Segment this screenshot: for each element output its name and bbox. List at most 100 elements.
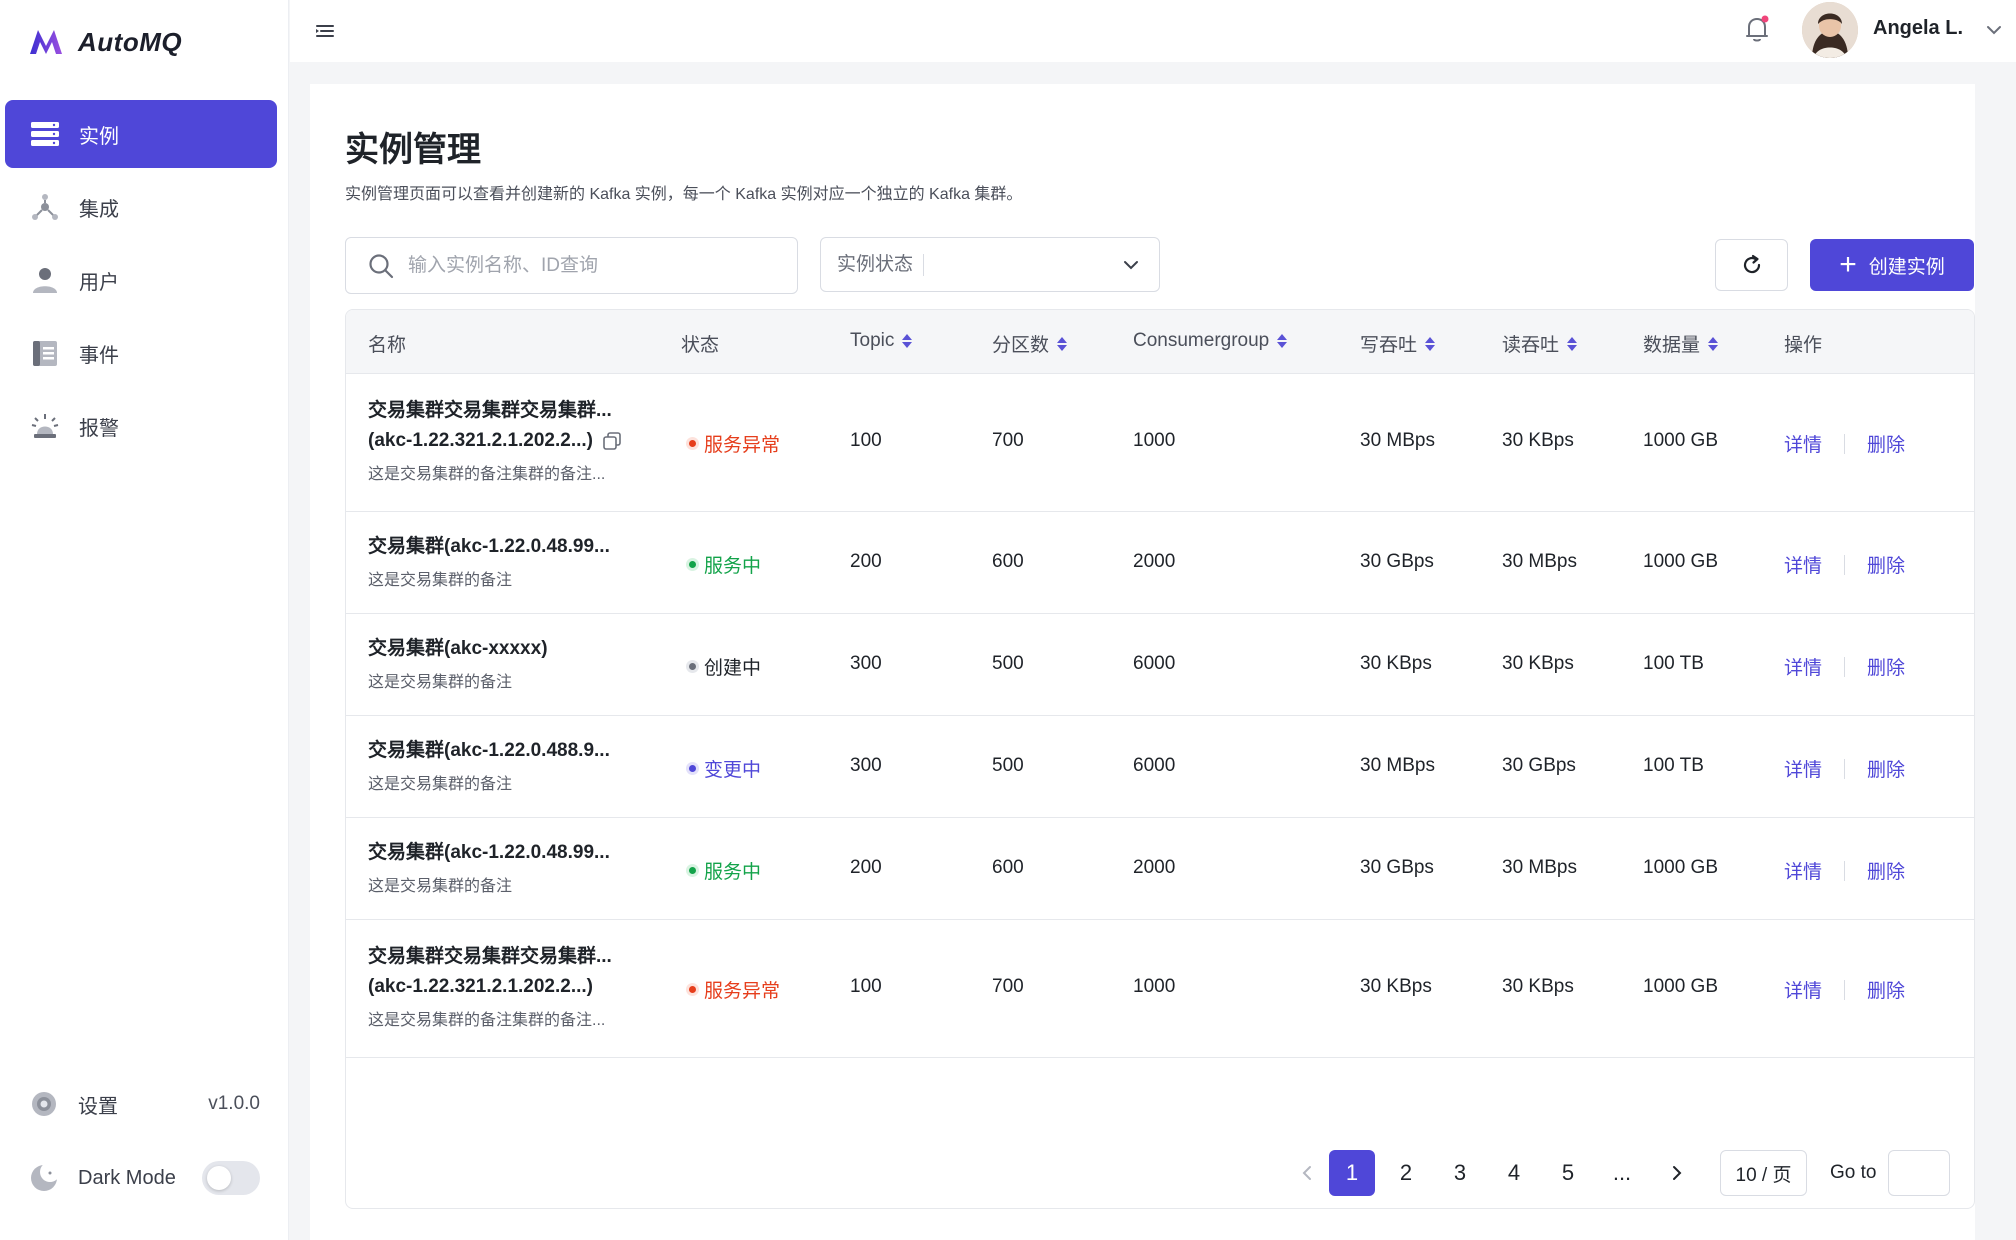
- status-badge: 服务异常: [689, 976, 780, 1003]
- data-volume: 100 TB: [1643, 755, 1704, 776]
- consumergroup-count: 2000: [1133, 551, 1176, 572]
- sort-icon: [1425, 336, 1436, 351]
- logo[interactable]: AutoMQ: [28, 26, 182, 58]
- detail-link[interactable]: 详情: [1784, 430, 1822, 457]
- instance-id[interactable]: (akc-1.22.321.2.1.202.2...): [368, 972, 612, 1002]
- row-actions: 详情 删除: [1784, 551, 1905, 578]
- table-row: 交易集群(akc-1.22.0.48.99... 这是交易集群的备注 服务中 2…: [346, 818, 1974, 920]
- create-instance-button[interactable]: + 创建实例: [1810, 239, 1974, 291]
- page-2-button[interactable]: 2: [1383, 1150, 1429, 1196]
- delete-link[interactable]: 删除: [1867, 755, 1905, 782]
- sidebar-item-label: 事件: [79, 344, 119, 367]
- sidebar-item-label: 集成: [79, 198, 119, 221]
- avatar[interactable]: [1802, 2, 1858, 58]
- instance-name[interactable]: 交易集群(akc-1.22.0.48.99...: [368, 532, 610, 562]
- delete-link[interactable]: 删除: [1867, 857, 1905, 884]
- page-3-button[interactable]: 3: [1437, 1150, 1483, 1196]
- page-size-select[interactable]: 10 / 页: [1720, 1150, 1807, 1196]
- page-4-button[interactable]: 4: [1491, 1150, 1537, 1196]
- instance-name-cell: 交易集群交易集群交易集群... (akc-1.22.321.2.1.202.2.…: [368, 396, 621, 484]
- column-header-partitions[interactable]: 分区数: [992, 330, 1068, 357]
- sidebar-item-users[interactable]: 用户: [5, 246, 277, 314]
- copy-icon[interactable]: [603, 432, 621, 450]
- consumergroup-count: 6000: [1133, 755, 1176, 776]
- column-header-read-throughput[interactable]: 读吞吐: [1502, 330, 1578, 357]
- write-throughput: 30 GBps: [1360, 857, 1434, 878]
- settings-label: 设置: [78, 1095, 118, 1118]
- goto-page-input[interactable]: [1888, 1150, 1950, 1196]
- write-throughput: 30 KBps: [1360, 976, 1432, 997]
- status-filter-select[interactable]: 实例状态: [820, 237, 1160, 292]
- instance-remark: 这是交易集群的备注集群的备注...: [368, 1012, 606, 1029]
- instance-name[interactable]: 交易集群(akc-xxxxx): [368, 634, 548, 664]
- prev-page-button[interactable]: [1285, 1150, 1331, 1196]
- delete-link[interactable]: 删除: [1867, 430, 1905, 457]
- row-actions: 详情 删除: [1784, 976, 1905, 1003]
- table-row: 交易集群(akc-xxxxx) 这是交易集群的备注 创建中 300 500 60…: [346, 614, 1974, 716]
- search-input[interactable]: [408, 254, 768, 277]
- sidebar-item-events[interactable]: 事件: [5, 319, 277, 387]
- dark-mode-toggle[interactable]: [202, 1161, 260, 1195]
- page-5-button[interactable]: 5: [1545, 1150, 1591, 1196]
- consumergroup-count: 1000: [1133, 976, 1176, 997]
- automq-logo-icon: [30, 30, 62, 54]
- sidebar-item-label: 报警: [79, 417, 119, 440]
- menu-toggle-icon[interactable]: [312, 18, 338, 44]
- search-icon: [369, 253, 394, 278]
- detail-link[interactable]: 详情: [1784, 976, 1822, 1003]
- write-throughput: 30 GBps: [1360, 551, 1434, 572]
- notification-bell-icon[interactable]: [1740, 12, 1774, 46]
- delete-link[interactable]: 删除: [1867, 976, 1905, 1003]
- column-header-write-throughput[interactable]: 写吞吐: [1360, 330, 1436, 357]
- detail-link[interactable]: 详情: [1784, 653, 1822, 680]
- page-1-button[interactable]: 1: [1329, 1150, 1375, 1196]
- status-badge: 服务中: [689, 857, 761, 884]
- write-throughput: 30 KBps: [1360, 653, 1432, 674]
- consumergroup-count: 6000: [1133, 653, 1176, 674]
- dark-mode-row: Dark Mode: [28, 1160, 260, 1196]
- instance-id[interactable]: (akc-1.22.321.2.1.202.2...): [368, 426, 621, 456]
- sidebar-item-instances[interactable]: 实例: [5, 100, 277, 168]
- column-header-consumergroup[interactable]: Consumergroup: [1133, 330, 1288, 352]
- instance-name[interactable]: 交易集群交易集群交易集群...: [368, 942, 612, 972]
- chevron-down-icon[interactable]: [1984, 20, 2004, 40]
- instance-name[interactable]: 交易集群(akc-1.22.0.48.99...: [368, 838, 610, 868]
- read-throughput: 30 MBps: [1502, 551, 1577, 572]
- settings-item[interactable]: 设置 v1.0.0: [28, 1086, 260, 1122]
- next-page-button[interactable]: [1653, 1150, 1699, 1196]
- data-volume: 1000 GB: [1643, 857, 1718, 878]
- status-badge: 服务异常: [689, 430, 780, 457]
- search-box: [345, 237, 798, 294]
- instance-name[interactable]: 交易集群(akc-1.22.0.488.9...: [368, 736, 610, 766]
- instance-remark: 这是交易集群的备注集群的备注...: [368, 466, 606, 483]
- topic-count: 200: [850, 551, 882, 572]
- moon-icon: [28, 1162, 60, 1194]
- column-header-topic[interactable]: Topic: [850, 330, 913, 352]
- detail-link[interactable]: 详情: [1784, 755, 1822, 782]
- column-header-data-volume[interactable]: 数据量: [1643, 330, 1719, 357]
- status-badge: 变更中: [689, 755, 761, 782]
- sidebar: AutoMQ 实例 集成 用户 事件 报警 设置 v1.0.0 Dark Mod…: [0, 0, 289, 1240]
- goto-label: Go to: [1830, 1162, 1877, 1183]
- row-actions: 详情 删除: [1784, 653, 1905, 680]
- delete-link[interactable]: 删除: [1867, 551, 1905, 578]
- instance-name-cell: 交易集群(akc-1.22.0.48.99... 这是交易集群的备注: [368, 838, 610, 896]
- topic-count: 300: [850, 755, 882, 776]
- instance-remark: 这是交易集群的备注: [368, 776, 513, 793]
- user-name[interactable]: Angela L.: [1873, 17, 1963, 40]
- sidebar-item-alarms[interactable]: 报警: [5, 392, 277, 460]
- detail-link[interactable]: 详情: [1784, 857, 1822, 884]
- detail-link[interactable]: 详情: [1784, 551, 1822, 578]
- column-header-actions: 操作: [1784, 335, 1823, 356]
- partition-count: 700: [992, 430, 1024, 451]
- instance-name-cell: 交易集群(akc-1.22.0.48.99... 这是交易集群的备注: [368, 532, 610, 590]
- sidebar-item-integration[interactable]: 集成: [5, 173, 277, 241]
- delete-link[interactable]: 删除: [1867, 653, 1905, 680]
- instance-name[interactable]: 交易集群交易集群交易集群...: [368, 396, 621, 426]
- data-volume: 1000 GB: [1643, 976, 1718, 997]
- page-ellipsis[interactable]: ...: [1599, 1150, 1645, 1196]
- read-throughput: 30 KBps: [1502, 976, 1574, 997]
- instance-name-cell: 交易集群(akc-1.22.0.488.9... 这是交易集群的备注: [368, 736, 610, 794]
- refresh-button[interactable]: [1715, 239, 1788, 291]
- plus-icon: +: [1839, 248, 1857, 281]
